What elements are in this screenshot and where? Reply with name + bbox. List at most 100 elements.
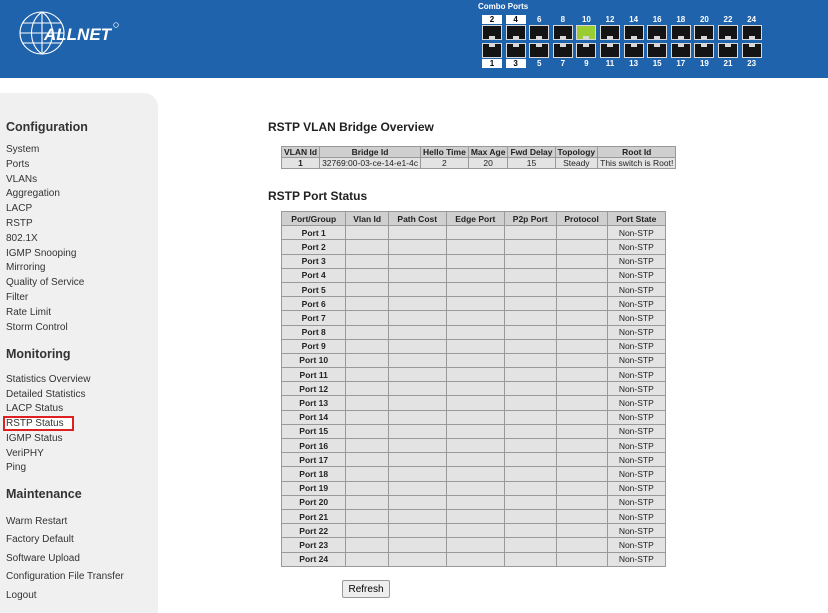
- port-name-cell: Port 18: [280, 466, 347, 482]
- port-cell: [555, 352, 608, 369]
- port-cell: [555, 437, 608, 454]
- port-cell: [387, 395, 447, 411]
- port-jack-icon: [600, 43, 620, 58]
- port-col-header: Protocol: [555, 210, 608, 227]
- port-cell: [345, 466, 389, 482]
- port-name-cell: Port 14: [280, 409, 347, 425]
- refresh-button[interactable]: Refresh: [342, 580, 390, 598]
- bridge-cell: 32769:00-03-ce-14-e1-4c: [319, 157, 421, 169]
- port-number: 12: [605, 15, 615, 24]
- port-jack-icon: [623, 43, 644, 58]
- bridge-cell: This switch is Root!: [597, 157, 677, 169]
- port-cell: Non-STP: [606, 480, 667, 496]
- port-name-cell: Port 13: [280, 395, 347, 411]
- port-jack-icon: [694, 25, 715, 40]
- port-cell: [445, 239, 505, 255]
- port-cell: Non-STP: [606, 437, 667, 454]
- sidebar-item-rstp-status[interactable]: RSTP Status: [3, 416, 74, 432]
- port-cell: [555, 452, 608, 468]
- sidebar-item-ping[interactable]: Ping: [6, 462, 26, 473]
- port-name-cell: Port 24: [280, 551, 347, 567]
- sidebar-item-aggregation[interactable]: Aggregation: [6, 188, 60, 199]
- sidebar-item-software-upload[interactable]: Software Upload: [6, 553, 80, 564]
- port-cell: [503, 551, 557, 567]
- port-jack-icon: [670, 25, 691, 40]
- port-col-header: Vlan Id: [345, 210, 389, 227]
- port-cell: [503, 324, 557, 340]
- port-name-cell: Port 12: [280, 381, 347, 397]
- port-cell: Non-STP: [606, 537, 667, 553]
- sidebar-item-veriphy[interactable]: VeriPHY: [6, 448, 44, 459]
- sidebar-item-filter[interactable]: Filter: [6, 292, 28, 303]
- port-name-cell: Port 4: [280, 267, 347, 283]
- bridge-col-header: Topology: [554, 146, 599, 158]
- port-cell: Non-STP: [606, 551, 667, 567]
- nav-section-maintenance: Maintenance: [6, 487, 82, 501]
- sidebar-item-logout[interactable]: Logout: [6, 590, 37, 601]
- port-number: 13: [629, 59, 639, 68]
- allnet-logo: ALLNET: [18, 9, 128, 59]
- sidebar-item-mirroring[interactable]: Mirroring: [6, 262, 45, 273]
- port-cell: Non-STP: [606, 352, 667, 369]
- sidebar-item-rstp[interactable]: RSTP: [6, 218, 33, 229]
- bridge-col-header: Hello Time: [420, 146, 469, 158]
- sidebar-item-lacp[interactable]: LACP: [6, 203, 32, 214]
- port-cell: [503, 281, 557, 298]
- port-cell: [555, 367, 608, 383]
- sidebar-item-igmp-status[interactable]: IGMP Status: [6, 433, 63, 444]
- sidebar-item-statistics-overview[interactable]: Statistics Overview: [6, 374, 90, 385]
- port-cell: [387, 296, 447, 312]
- port-cell: [345, 551, 389, 567]
- sidebar-item-rate-limit[interactable]: Rate Limit: [6, 307, 51, 318]
- port-cell: [387, 452, 447, 468]
- table-row: Port 16 Non-STP: [280, 437, 667, 454]
- port-status-title: RSTP Port Status: [268, 189, 368, 203]
- port-jack-icon: [482, 43, 502, 58]
- port-cell: [445, 281, 505, 298]
- port-number: 24: [747, 15, 757, 24]
- sidebar-item-warm-restart[interactable]: Warm Restart: [6, 516, 67, 527]
- port-cell: [555, 480, 608, 496]
- sidebar-item-lacp-status[interactable]: LACP Status: [6, 403, 63, 414]
- sidebar-item-ports[interactable]: Ports: [6, 159, 29, 170]
- table-row: Port 18 Non-STP: [280, 466, 667, 482]
- sidebar-item-factory-default[interactable]: Factory Default: [6, 534, 74, 545]
- port-jack-icon: [576, 43, 597, 58]
- port-col-header: Port State: [606, 210, 667, 227]
- port-number: 20: [699, 15, 709, 24]
- port-cell: [555, 551, 608, 567]
- port-cell: Non-STP: [606, 395, 667, 411]
- port-cell: [503, 381, 557, 397]
- port-cell: [445, 395, 505, 411]
- port-cell: [345, 523, 389, 539]
- sidebar-item-configuration-file-transfer[interactable]: Configuration File Transfer: [6, 571, 124, 582]
- port-number: 15: [652, 59, 662, 68]
- port-cell: [387, 352, 447, 369]
- port-cell: Non-STP: [606, 253, 667, 269]
- table-row: Port 3 Non-STP: [280, 253, 667, 269]
- port-name-cell: Port 23: [280, 537, 347, 553]
- port-cell: [555, 381, 608, 397]
- port-cell: [503, 267, 557, 283]
- port-cell: [387, 508, 447, 525]
- port-cell: Non-STP: [606, 239, 667, 255]
- sidebar-item-detailed-statistics[interactable]: Detailed Statistics: [6, 389, 85, 400]
- sidebar-item-storm-control[interactable]: Storm Control: [6, 322, 68, 333]
- port-cell: [445, 480, 505, 496]
- port-cell: [445, 508, 505, 525]
- port-name-cell: Port 9: [280, 338, 347, 354]
- sidebar-item-vlans[interactable]: VLANs: [6, 174, 37, 185]
- sidebar-item-quality-of-service[interactable]: Quality of Service: [6, 277, 84, 288]
- port-cell: [555, 324, 608, 340]
- sidebar-item-system[interactable]: System: [6, 144, 39, 155]
- table-row: Port 19 Non-STP: [280, 480, 667, 496]
- port-name-cell: Port 7: [280, 310, 347, 326]
- sidebar-item-igmp-snooping[interactable]: IGMP Snooping: [6, 248, 76, 259]
- port-cell: [555, 310, 608, 326]
- port-cell: [503, 452, 557, 468]
- sidebar-item-802-1x[interactable]: 802.1X: [6, 233, 38, 244]
- port-cell: [445, 452, 505, 468]
- port-cell: [555, 423, 608, 440]
- port-cell: Non-STP: [606, 324, 667, 340]
- port-cell: [503, 409, 557, 425]
